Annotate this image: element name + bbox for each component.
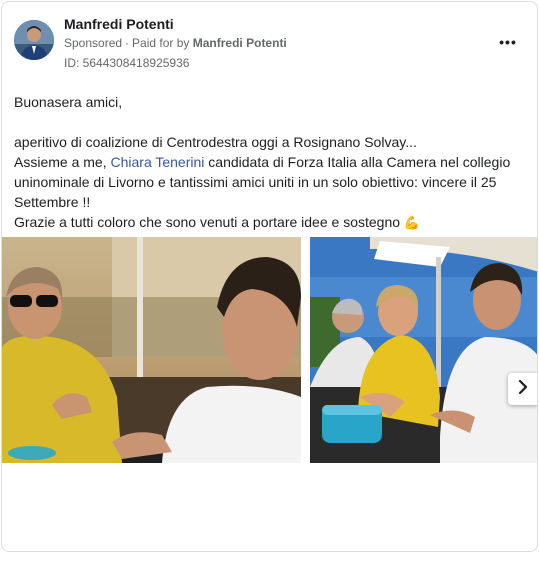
- carousel-next-button[interactable]: [508, 373, 537, 405]
- separator-dot: ·: [125, 36, 130, 50]
- sponsored-label: Sponsored: [64, 36, 123, 50]
- author-name[interactable]: Manfredi Potenti: [64, 16, 174, 32]
- author-avatar[interactable]: [14, 20, 54, 60]
- ad-id: ID: 5644308418925936: [64, 56, 190, 70]
- carousel-photo-2[interactable]: [310, 237, 537, 463]
- tagged-person-link[interactable]: Chiara Tenerini: [110, 154, 204, 170]
- post-line-together: Assieme a me, Chiara Tenerini candidata …: [14, 154, 511, 210]
- flexed-biceps-emoji: 💪: [403, 215, 421, 230]
- post-line-greeting: Buonasera amici,: [14, 94, 123, 110]
- photo-carousel[interactable]: [2, 237, 537, 463]
- post-line-event: aperitivo di coalizione di Centrodestra …: [14, 134, 417, 150]
- chevron-right-icon: [517, 379, 529, 399]
- post-text: Buonasera amici, aperitivo di coalizione…: [14, 92, 526, 233]
- paid-for-name: Manfredi Potenti: [192, 36, 287, 50]
- sponsored-line: Sponsored · Paid for by Manfredi Potenti: [64, 36, 287, 50]
- more-options-button[interactable]: •••: [496, 32, 520, 52]
- sponsored-post-card: Manfredi Potenti Sponsored · Paid for by M…: [1, 1, 538, 552]
- more-icon: •••: [499, 34, 517, 50]
- carousel-photo-1[interactable]: [2, 237, 301, 463]
- paid-for-label: Paid for by: [132, 36, 190, 50]
- post-line-thanks: Grazie a tutti coloro che sono venuti a …: [14, 212, 526, 233]
